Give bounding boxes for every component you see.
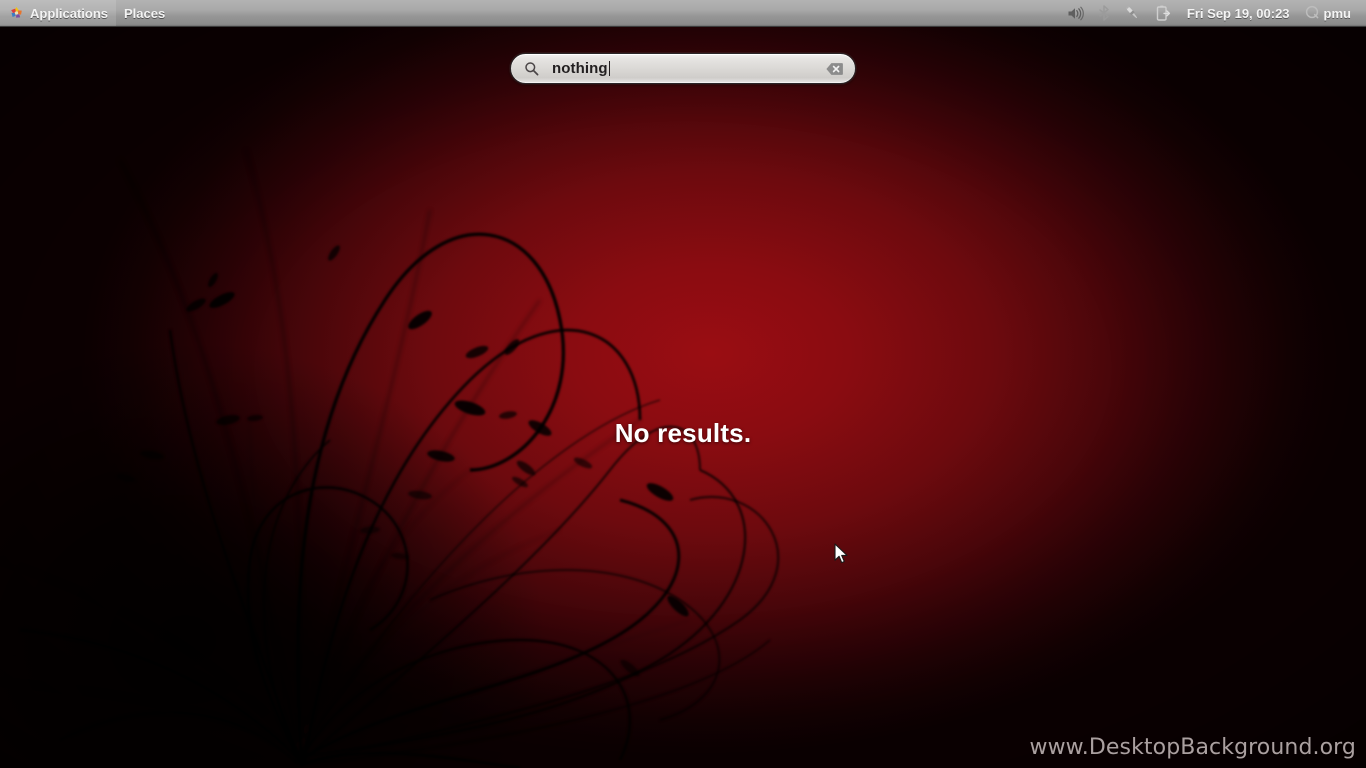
search-input-value-wrap: nothing: [552, 60, 610, 77]
volume-icon[interactable]: [1060, 0, 1091, 26]
top-panel: Applications Places: [0, 0, 1366, 27]
search-input[interactable]: nothing: [510, 53, 856, 84]
bluetooth-icon[interactable]: [1091, 0, 1117, 26]
desktop[interactable]: [0, 0, 1366, 768]
user-name-label: pmu: [1324, 6, 1351, 21]
panel-tray-group: Fri Sep 19, 00:23 pmu: [1060, 0, 1366, 26]
menu-places[interactable]: Places: [116, 0, 173, 26]
panel-left-group: Applications Places: [0, 0, 173, 26]
text-caret: [609, 61, 610, 76]
menu-applications[interactable]: Applications: [0, 0, 116, 26]
search-icon: [524, 61, 539, 76]
mouse-cursor: [834, 543, 850, 567]
gnome-pinwheel-icon: [8, 5, 25, 22]
network-connector-icon[interactable]: [1117, 0, 1148, 26]
menu-places-label: Places: [124, 6, 165, 21]
watermark: www.DesktopBackground.org: [1029, 735, 1356, 760]
wallpaper-vignette: [0, 0, 1366, 768]
battery-icon[interactable]: [1148, 0, 1178, 26]
user-menu[interactable]: pmu: [1299, 0, 1360, 26]
user-presence-icon: [1305, 5, 1319, 22]
clock[interactable]: Fri Sep 19, 00:23: [1178, 0, 1299, 26]
menu-applications-label: Applications: [30, 6, 108, 21]
search-input-value: nothing: [552, 60, 608, 77]
clear-backspace-icon[interactable]: [826, 62, 843, 75]
overview-search[interactable]: nothing: [510, 53, 856, 84]
no-results-message: No results.: [0, 418, 1366, 449]
